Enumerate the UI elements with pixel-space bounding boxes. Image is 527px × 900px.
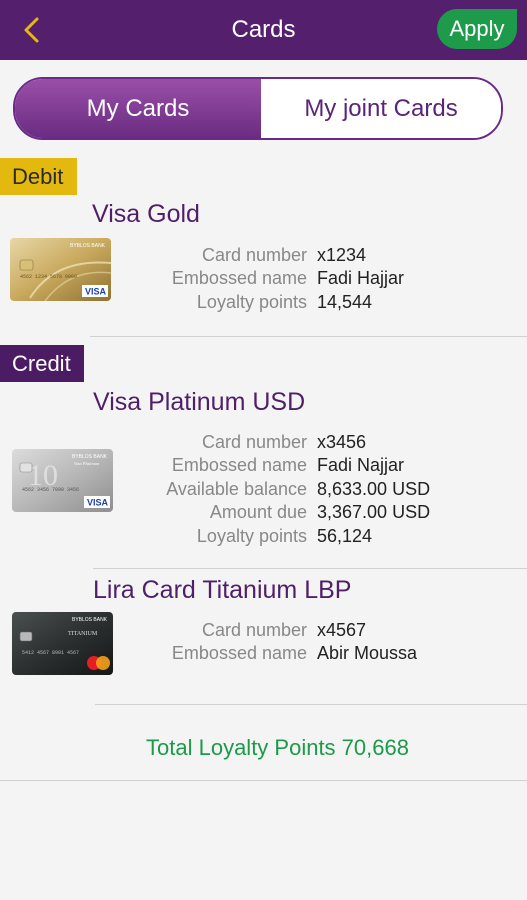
- detail-value: 56,124: [317, 525, 373, 546]
- lira-titanium-card-image[interactable]: BYBLOS BANK TITANIUM 5412 4567 8901 4567: [12, 612, 113, 675]
- detail-label: Card number: [201, 245, 307, 265]
- credit-section-tag: Credit: [0, 345, 84, 382]
- app-header: Cards Apply: [0, 0, 527, 60]
- svg-text:4562 3456 7890 3456: 4562 3456 7890 3456: [22, 487, 79, 493]
- tab-my-cards[interactable]: My Cards: [15, 79, 261, 138]
- detail-label: Embossed name: [171, 643, 307, 664]
- detail-label: Loyalty points: [196, 525, 307, 546]
- detail-label: Loyalty points: [196, 291, 307, 312]
- detail-label: Card number: [201, 432, 307, 452]
- detail-value: x4567: [317, 620, 367, 640]
- svg-text:Visa Platinum: Visa Platinum: [74, 461, 100, 466]
- svg-text:BYBLOS BANK: BYBLOS BANK: [70, 243, 106, 249]
- svg-text:TITANIUM: TITANIUM: [68, 631, 98, 637]
- svg-text:BYBLOS BANK: BYBLOS BANK: [72, 454, 108, 460]
- tab-my-joint-cards[interactable]: My joint Cards: [261, 79, 501, 138]
- debit-section-tag: Debit: [0, 158, 77, 195]
- svg-text:5412 4567 8901 4567: 5412 4567 8901 4567: [22, 650, 79, 656]
- detail-value: x3456: [317, 432, 367, 452]
- divider: [90, 336, 527, 337]
- detail-label: Embossed name: [171, 268, 307, 289]
- visa-gold-card-image[interactable]: BYBLOS BANK 4562 1234 5678 0000 VISA: [10, 238, 111, 301]
- detail-value: Fadi Hajjar: [317, 268, 405, 289]
- card-title-visa-platinum[interactable]: Visa Platinum USD: [93, 388, 305, 417]
- divider: [95, 704, 527, 705]
- card-title-visa-gold[interactable]: Visa Gold: [92, 200, 200, 229]
- detail-label: Embossed name: [171, 455, 307, 476]
- total-loyalty-points: Total Loyalty Points 70,668: [146, 735, 409, 760]
- detail-label: Amount due: [209, 502, 307, 523]
- detail-value: x1234: [317, 245, 367, 265]
- visa-platinum-card-image[interactable]: 10 BYBLOS BANK Visa Platinum 4562 3456 7…: [12, 449, 113, 512]
- detail-value: 3,367.00 USD: [317, 502, 431, 523]
- svg-text:4562 1234 5678 0000: 4562 1234 5678 0000: [20, 274, 77, 280]
- svg-text:VISA: VISA: [87, 498, 109, 508]
- divider: [0, 780, 527, 781]
- detail-value: 8,633.00 USD: [317, 478, 431, 499]
- detail-value: Fadi Najjar: [317, 455, 405, 476]
- detail-label: Available balance: [166, 478, 307, 499]
- cards-tab-switch: My Cards My joint Cards: [13, 77, 503, 140]
- card-title-lira-titanium[interactable]: Lira Card Titanium LBP: [93, 576, 351, 605]
- svg-text:VISA: VISA: [85, 287, 107, 297]
- detail-label: Card number: [201, 620, 307, 640]
- detail-value: 14,544: [317, 291, 373, 312]
- svg-text:BYBLOS BANK: BYBLOS BANK: [72, 617, 108, 623]
- apply-button[interactable]: Apply: [437, 9, 517, 49]
- divider: [93, 568, 527, 569]
- detail-value: Abir Moussa: [317, 643, 418, 664]
